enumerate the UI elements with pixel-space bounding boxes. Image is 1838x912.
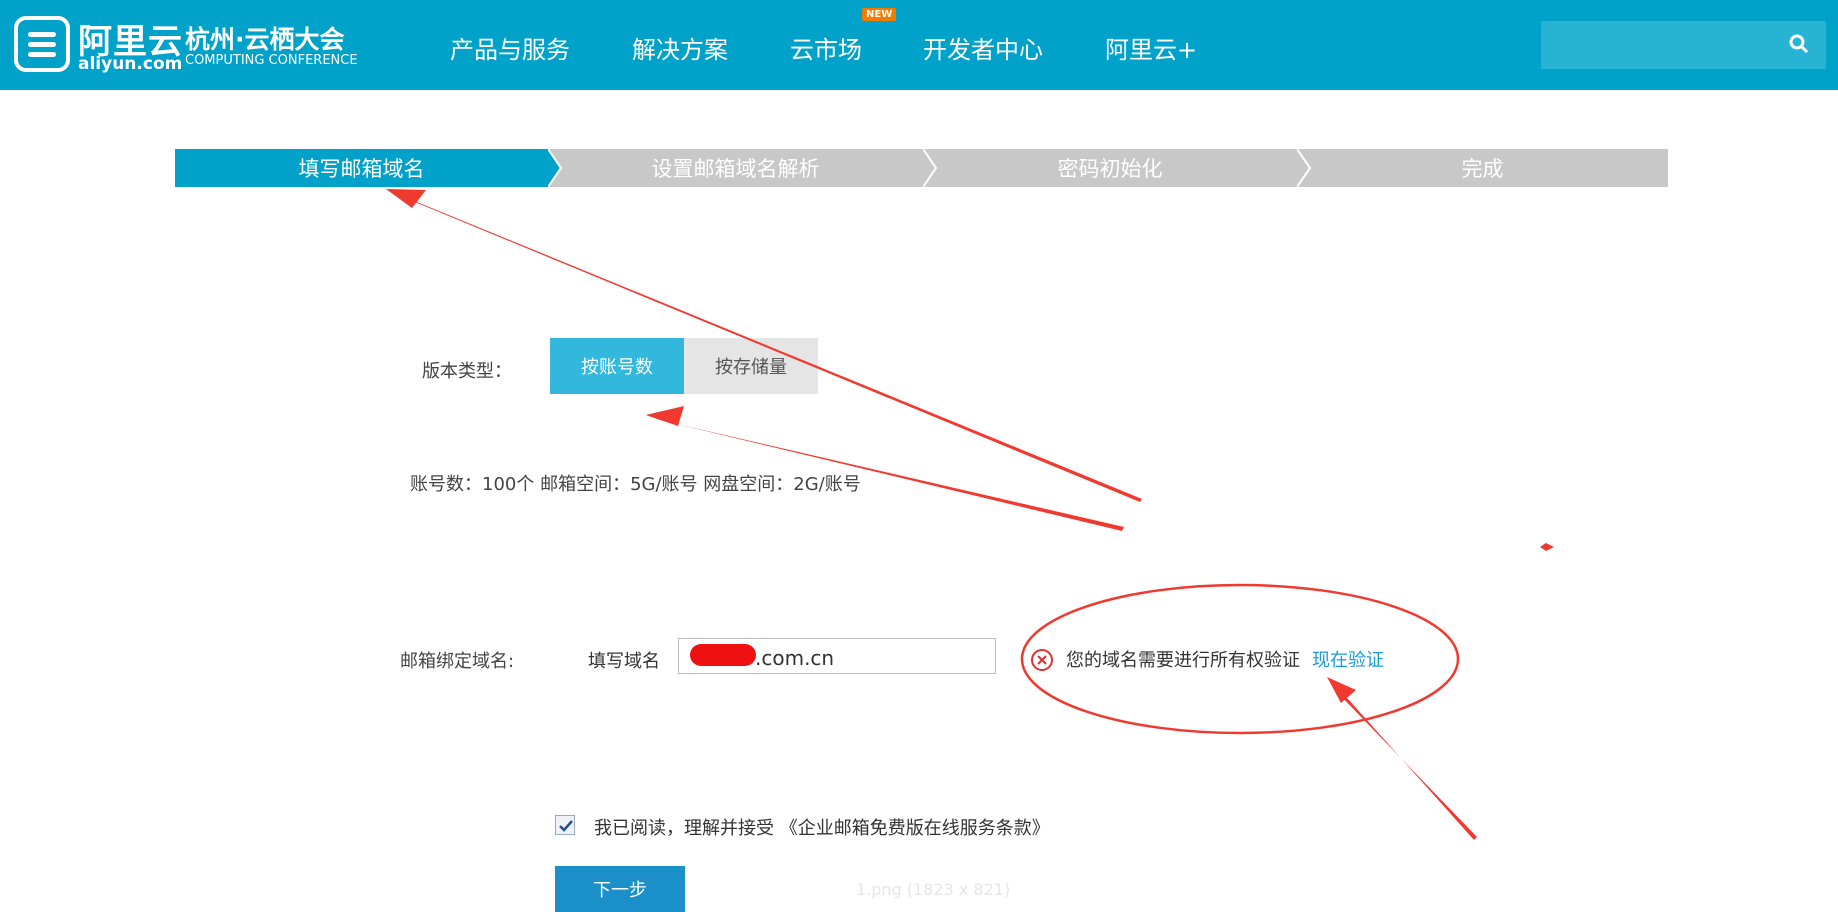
nav-solutions[interactable]: 解决方案	[632, 30, 728, 65]
search-box[interactable]	[1541, 21, 1826, 69]
brand-domain: aliyun.com	[78, 54, 183, 74]
annotation-overlay	[386, 189, 1554, 840]
verify-now-link[interactable]: 现在验证	[1312, 646, 1384, 672]
new-badge: NEW	[862, 8, 897, 21]
agreement-text[interactable]: 我已阅读，理解并接受 《企业邮箱免费版在线服务条款》	[594, 814, 1050, 840]
step-complete: 完成	[1297, 149, 1668, 187]
agreement-checkbox[interactable]	[555, 815, 575, 835]
search-icon[interactable]	[1788, 33, 1810, 55]
step-chevron	[548, 149, 563, 187]
conference-title[interactable]: 杭州·云栖大会	[185, 20, 345, 56]
nav-developer-center[interactable]: 开发者中心	[923, 30, 1043, 65]
step-chevron	[923, 149, 938, 187]
step-chevron	[1297, 149, 1312, 187]
version-by-accounts-button[interactable]: 按账号数	[550, 338, 684, 394]
step-dns-setup: 设置邮箱域名解析	[548, 149, 923, 187]
conference-subtitle: COMPUTING CONFERENCE	[185, 53, 358, 68]
nav-aliyun-plus[interactable]: 阿里云+	[1105, 30, 1197, 65]
annotation-arrow	[1327, 677, 1356, 703]
step-fill-domain: 填写邮箱域名	[175, 149, 548, 187]
step-password-init: 密码初始化	[923, 149, 1297, 187]
version-type-label: 版本类型：	[422, 361, 512, 382]
ownership-error-text: 您的域名需要进行所有权验证	[1066, 650, 1300, 671]
next-step-button[interactable]: 下一步	[555, 866, 685, 912]
version-by-storage-button[interactable]: 按存储量	[684, 338, 818, 394]
quota-info: 账号数：100个 邮箱空间：5G/账号 网盘空间：2G/账号	[410, 474, 861, 495]
annotation-arrow	[1327, 677, 1477, 840]
error-circle-icon	[1031, 649, 1053, 671]
image-filename-watermark: 1.png (1823 x 821)	[856, 880, 1011, 899]
annotation-arrow	[646, 406, 684, 426]
checkbox-check-icon	[559, 820, 573, 832]
aliyun-logo-icon[interactable]	[14, 16, 70, 72]
nav-products[interactable]: 产品与服务	[450, 30, 570, 65]
nav-marketplace[interactable]: 云市场	[790, 30, 862, 65]
domain-binding-label: 邮箱绑定域名:	[400, 651, 515, 672]
annotation-mark	[1540, 543, 1554, 551]
domain-field-label: 填写域名	[588, 651, 660, 672]
top-navigation-bar: 阿里云 aliyun.com 杭州·云栖大会 COMPUTING CONFERE…	[0, 0, 1838, 90]
annotation-arrow	[386, 189, 426, 208]
redaction-mark	[690, 644, 756, 666]
